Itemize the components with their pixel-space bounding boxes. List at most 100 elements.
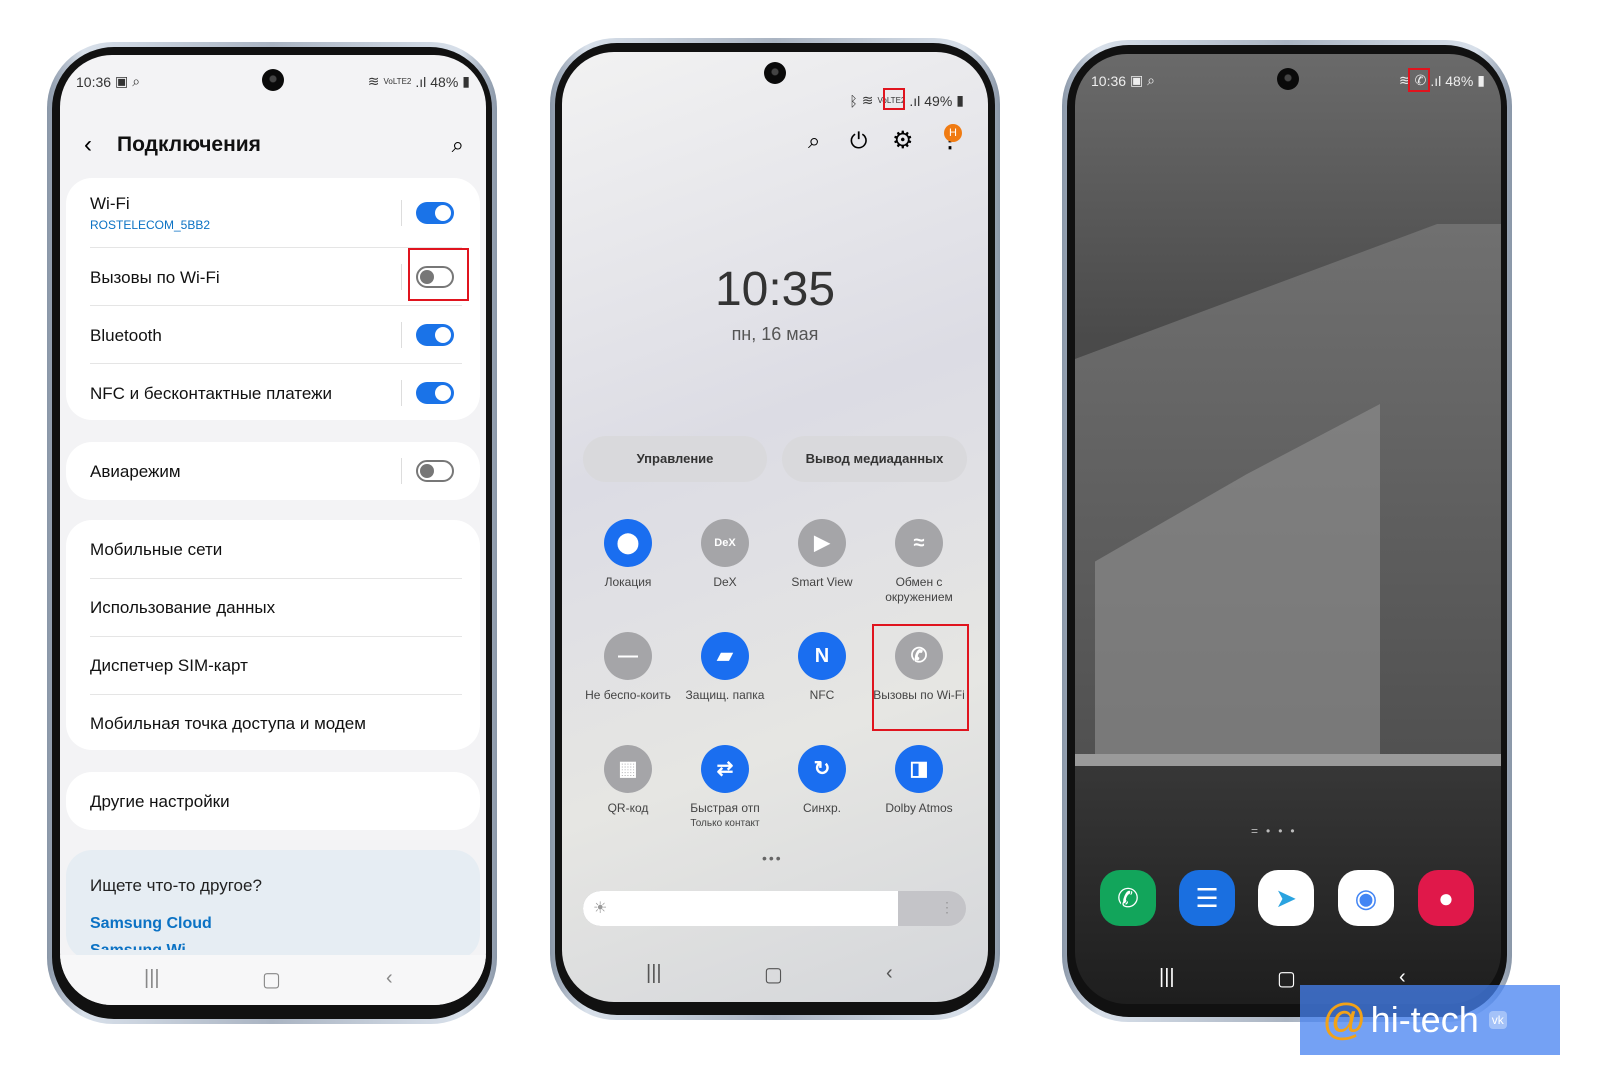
signal-icon: .ıl [415, 73, 427, 90]
chrome-app-icon[interactable]: ◉ [1338, 870, 1394, 926]
back-nav-button[interactable]: ‹ [886, 962, 893, 985]
airplane-toggle[interactable] [416, 460, 454, 482]
media-output-button[interactable]: Вывод медиаданных [782, 436, 967, 482]
tile-label: Локация [604, 575, 652, 589]
search-icon: ⌕ [132, 73, 141, 89]
bluetooth-item[interactable]: Bluetooth [90, 326, 162, 346]
quick-tile[interactable]: ◨ Dolby Atmos [871, 745, 967, 816]
search-button[interactable]: ⌕ [808, 128, 820, 154]
device-control-button[interactable]: Управление [583, 436, 767, 482]
nfc-icon: N [798, 632, 846, 680]
page-indicator[interactable]: =••• [1251, 824, 1303, 838]
quick-tile[interactable]: N NFC [774, 632, 870, 703]
tile-label: Защищ. папка [685, 688, 765, 702]
quick-tile[interactable]: ▦ QR-код [580, 745, 676, 816]
brightness-fill [583, 891, 898, 926]
quick-tile[interactable]: ⇄ Быстрая отп Только контакт [677, 745, 773, 831]
recents-button[interactable]: ||| [646, 962, 662, 985]
quick-tile[interactable]: ▶ Smart View [774, 519, 870, 590]
nav-bar: ||| ▢ ‹ [60, 967, 486, 991]
tile-label: Обмен с окружением [885, 575, 953, 604]
smart-view-icon: ▶ [798, 519, 846, 567]
tile-label: Быстрая отп [690, 801, 760, 815]
suggestions-card: Ищете что-то другое? Samsung Cloud Samsu… [66, 850, 480, 960]
tile-label: NFC [809, 688, 835, 702]
nfc-toggle[interactable] [416, 382, 454, 404]
brightness-slider[interactable]: ☀ ⋮ [583, 891, 966, 926]
highlight-box [872, 624, 969, 731]
front-camera [262, 69, 284, 91]
data-usage-item[interactable]: Использование данных [90, 598, 275, 618]
signal-icon: .ıl [909, 92, 921, 109]
home-button[interactable]: ▢ [262, 967, 281, 992]
tile-label: Синхр. [802, 801, 841, 815]
bluetooth-toggle[interactable] [416, 324, 454, 346]
at-logo-icon: @ [1322, 995, 1367, 1044]
wifi-toggle[interactable] [416, 202, 454, 224]
samsung-link[interactable]: Samsung Wi... [90, 942, 199, 950]
quick-tile[interactable]: ≈ Обмен с окружением [871, 519, 967, 605]
settings-screen: 10:36 ▣ ⌕ ≋ VoLTE2 .ıl 48% ▮ ‹ Подключения ⌕ W… [60, 55, 486, 1005]
dolby-icon: ◨ [895, 745, 943, 793]
settings-gear-icon[interactable]: ⚙ [892, 126, 914, 155]
quick-tile[interactable]: ↻ Синхр. [774, 745, 870, 816]
tile-sublabel: Только контакт [690, 818, 760, 829]
messages-app-icon[interactable]: ☰ [1179, 870, 1235, 926]
phone-app-icon[interactable]: ✆ [1100, 870, 1156, 926]
clock: 10:35 [714, 263, 836, 316]
quick-tile[interactable]: — Не беспо-коить [580, 632, 676, 703]
status-bar: 10:36 ▣ ⌕ [76, 73, 141, 90]
secure-folder-icon: ▰ [701, 632, 749, 680]
nearby-share-icon: ≈ [895, 519, 943, 567]
sim-manager-item[interactable]: Диспетчер SIM-карт [90, 656, 248, 676]
watermark: @ hi-tech vk [1300, 985, 1560, 1055]
page-title: Подключения [117, 133, 261, 156]
back-button[interactable]: ‹ [84, 131, 92, 159]
mobile-networks-item[interactable]: Мобильные сети [90, 540, 222, 560]
wifi-item[interactable]: Wi-Fi [90, 194, 130, 214]
slider-more-icon[interactable]: ⋮ [940, 899, 954, 916]
home-button[interactable]: ▢ [764, 962, 783, 987]
quick-share-icon: ⇄ [701, 745, 749, 793]
power-button[interactable]: ⏻ [850, 128, 867, 154]
tile-label: DeX [713, 575, 737, 589]
wifi-icon: ≋ [861, 92, 874, 108]
home-screen: 10:36 ▣ ⌕ ≋ ✆ .ıl 48% ▮ =••• ✆ ☰ ➤ ◉ ● ||| ▢ ‹ [1075, 54, 1501, 1004]
battery-icon: ▮ [462, 73, 470, 89]
dex-icon: DeX [701, 519, 749, 567]
wifi-calls-item[interactable]: Вызовы по Wi-Fi [90, 268, 220, 288]
date: пн, 16 мая [731, 324, 819, 344]
samsung-cloud-link[interactable]: Samsung Cloud [90, 915, 212, 933]
bluetooth-icon: ᛒ [849, 92, 858, 109]
quick-tile[interactable]: ⬤ Локация [580, 519, 676, 590]
camera-app-icon[interactable]: ● [1418, 870, 1474, 926]
vk-icon: vk [1488, 1011, 1507, 1029]
airplane-item[interactable]: Авиарежим [90, 462, 181, 482]
quick-panel-screen: ᛒ≋VoLTE2.ıl49%▮ ⌕ ⏻ ⚙ ⋮ H 10:35 пн, 16 м… [562, 52, 988, 1002]
highlight-box [1408, 68, 1430, 92]
do-not-disturb-icon: — [604, 632, 652, 680]
highlight-box [883, 88, 905, 110]
page-indicator: ••• [762, 850, 783, 866]
nfc-item[interactable]: NFC и бесконтактные платежи [90, 384, 332, 404]
sun-icon: ☀ [593, 900, 608, 917]
telegram-app-icon[interactable]: ➤ [1258, 870, 1314, 926]
recents-button[interactable]: ||| [144, 967, 160, 990]
sync-icon: ↻ [798, 745, 846, 793]
notification-badge: H [944, 124, 962, 142]
wifi-network: ROSTELECOM_5BB2 [90, 218, 211, 232]
quick-tile[interactable]: DeX DeX [677, 519, 773, 590]
recents-button[interactable]: ||| [1159, 966, 1175, 989]
qr-code-icon: ▦ [604, 745, 652, 793]
quick-tile[interactable]: ▰ Защищ. папка [677, 632, 773, 703]
other-settings-item[interactable]: Другие настройки [90, 792, 230, 812]
wifi-icon: ≋ [367, 73, 380, 89]
tile-label: Smart View [791, 575, 853, 589]
back-nav-button[interactable]: ‹ [386, 967, 393, 990]
tile-label: Dolby Atmos [885, 801, 953, 815]
search-button[interactable]: ⌕ [452, 132, 464, 158]
hotspot-item[interactable]: Мобильная точка доступа и модем [90, 714, 366, 734]
gallery-icon: ▣ [115, 73, 129, 89]
home-button[interactable]: ▢ [1277, 966, 1296, 991]
location-icon: ⬤ [604, 519, 652, 567]
